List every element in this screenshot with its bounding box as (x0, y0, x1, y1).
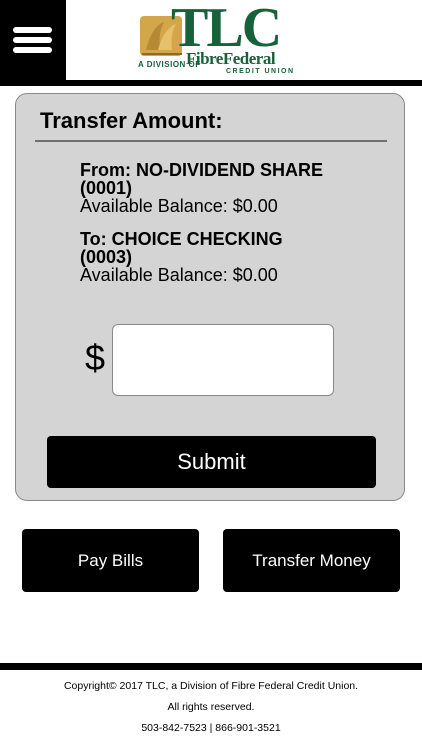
transfer-amount-card: Transfer Amount: From: NO-DIVIDEND SHARE… (15, 93, 405, 501)
from-account-number: (0001) (80, 178, 133, 198)
menu-bar (13, 37, 52, 43)
hamburger-menu-icon[interactable] (0, 0, 66, 82)
footer-divider (0, 663, 422, 670)
to-account-label: To: CHOICE CHECKING (80, 229, 283, 249)
footer-copyright: Copyright© 2017 TLC, a Division of Fibre… (63, 680, 359, 692)
pay-bills-button[interactable]: Pay Bills (22, 529, 199, 592)
menu-bar (13, 47, 52, 53)
card-title: Transfer Amount: (40, 108, 223, 133)
menu-bar (13, 27, 52, 33)
transfer-money-button[interactable]: Transfer Money (223, 529, 400, 592)
app-header: TLC A DIVISION OF FibreFederal CREDIT UN… (0, 0, 422, 86)
to-account-balance: Available Balance: $0.00 (80, 265, 278, 285)
tlc-logo[interactable]: TLC A DIVISION OF FibreFederal CREDIT UN… (66, 0, 422, 80)
submit-button[interactable]: Submit (47, 436, 376, 488)
to-account-number: (0003) (80, 247, 133, 267)
from-account: From: NO-DIVIDEND SHARE (0001) Available… (80, 161, 323, 215)
currency-symbol: $ (85, 337, 106, 378)
logo-credit-union-text: CREDIT UNION (226, 68, 295, 75)
footer: Copyright© 2017 TLC, a Division of Fibre… (0, 670, 422, 750)
logo-fibrefederal-text: FibreFederal (186, 49, 276, 68)
from-account-balance: Available Balance: $0.00 (80, 196, 278, 216)
from-account-label: From: NO-DIVIDEND SHARE (80, 160, 324, 180)
to-account: To: CHOICE CHECKING (0003) Available Bal… (80, 230, 283, 284)
title-divider (35, 140, 387, 142)
amount-input[interactable] (112, 324, 334, 396)
footer-rights: All rights reserved. (167, 701, 255, 713)
footer-phones[interactable]: 503-842-7523 | 866-901-3521 (0, 722, 422, 734)
